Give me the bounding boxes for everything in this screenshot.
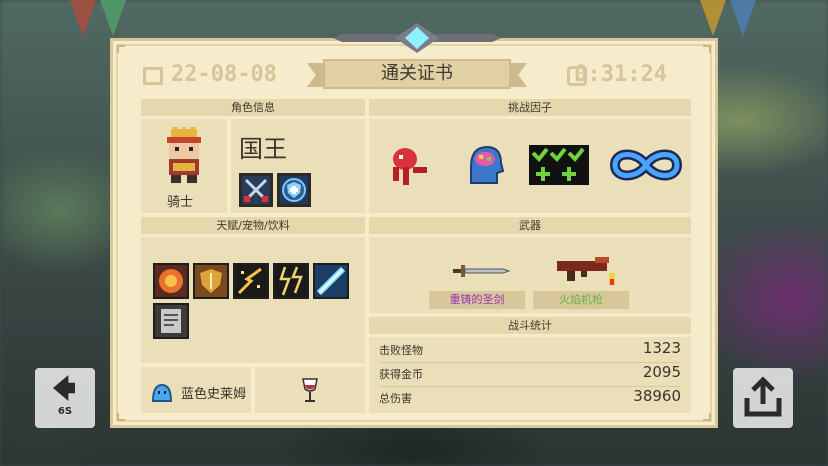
secondary-weapon-label: 火焰机枪	[559, 293, 603, 306]
clear-date: 22-08-08	[171, 62, 277, 87]
corner-ornament	[117, 45, 125, 53]
crest-gem-icon	[333, 23, 501, 53]
weapons-box: 重铸的圣剑 火焰机枪	[369, 237, 691, 313]
calendar-icon	[143, 67, 163, 85]
character-detail-box: 国王	[231, 119, 365, 213]
stat-label: 总伤害	[379, 392, 412, 405]
title-ribbon: 通关证书	[307, 59, 527, 91]
back-countdown: 6S	[57, 406, 73, 417]
stat-row-monsters: 击败怪物 1323	[379, 339, 681, 363]
certificate-title: 通关证书	[323, 59, 511, 89]
knight-portrait-icon	[167, 127, 201, 183]
share-button[interactable]	[733, 368, 793, 428]
corner-ornament	[117, 413, 125, 421]
flame-gun-weapon-icon	[557, 257, 615, 285]
character-info-header: 角色信息	[141, 99, 365, 116]
stat-value: 38960	[633, 387, 681, 405]
challenge-factors-box	[369, 119, 691, 213]
ice-blade-talent-icon	[313, 263, 349, 299]
stat-value: 1323	[642, 339, 681, 357]
red-octopus-icon	[393, 148, 427, 185]
triple-check-icon	[529, 145, 589, 185]
character-portrait-box: 骑士	[141, 119, 227, 213]
battle-stats-header: 战斗统计	[369, 317, 691, 334]
challenge-factors-header: 挑战因子	[369, 99, 691, 116]
golden-shield-talent-icon	[193, 263, 229, 299]
manual-talent-icon	[153, 303, 189, 339]
corner-ornament	[703, 413, 711, 421]
back-button[interactable]: 6S	[35, 368, 95, 428]
character-class: 骑士	[167, 195, 194, 210]
spark-talent-icon	[233, 263, 269, 299]
skin-name: 国王	[239, 135, 287, 163]
shield-skill-icon	[277, 173, 311, 207]
battle-stats-box: 击败怪物 1323 获得金币 2095 总伤害 38960	[369, 337, 691, 413]
drink-box	[255, 367, 365, 413]
infinity-icon	[609, 149, 683, 181]
weapons-header: 武器	[369, 217, 691, 234]
blue-slime-icon	[151, 383, 173, 402]
stat-label: 获得金币	[379, 368, 423, 381]
talents-pet-drink-header: 天赋/宠物/饮料	[141, 217, 365, 234]
stat-row-gold: 获得金币 2095	[379, 363, 681, 387]
wine-glass-icon	[302, 378, 318, 402]
pet-name: 蓝色史莱姆	[181, 387, 247, 402]
primary-weapon-label: 重铸的圣剑	[449, 293, 505, 306]
lightning-talent-icon	[273, 263, 309, 299]
dual-swords-skill-icon	[239, 173, 273, 207]
clear-time: 0:31:24	[574, 62, 667, 87]
fire-talent-icon	[153, 263, 189, 299]
sword-weapon-icon	[453, 265, 511, 277]
pet-box: 蓝色史莱姆	[141, 367, 251, 413]
back-arrow-icon	[53, 375, 75, 401]
primary-weapon-name: 重铸的圣剑	[429, 291, 525, 309]
stat-label: 击败怪物	[379, 344, 423, 357]
stat-row-damage: 总伤害 38960	[379, 387, 681, 411]
brain-head-icon	[470, 145, 505, 184]
secondary-weapon-name: 火焰机枪	[533, 291, 629, 309]
corner-ornament	[703, 45, 711, 53]
share-icon	[744, 376, 782, 417]
clear-certificate-panel: 22-08-08 通关证书 0:31:24 角色信息 骑士 国王 挑战因子 天赋…	[110, 23, 718, 428]
stat-value: 2095	[642, 363, 681, 381]
talents-box	[141, 237, 365, 363]
